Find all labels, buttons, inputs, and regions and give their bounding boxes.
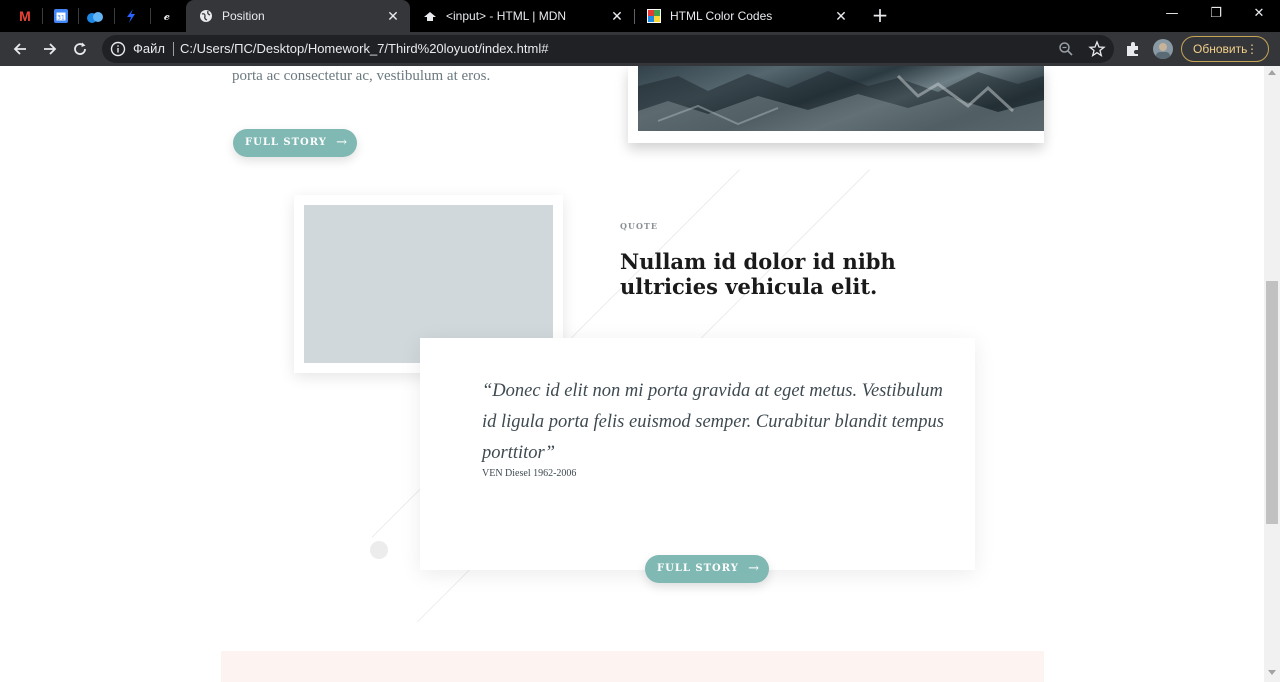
pinned-tab-calendar[interactable]: 31 [50,6,72,26]
quote-card: “Donec id elit non mi porta gravida at e… [420,338,975,570]
zoom-icon[interactable] [1058,41,1074,57]
info-icon[interactable] [110,41,126,57]
tab-title: HTML Color Codes [670,9,773,23]
back-button[interactable] [8,37,32,61]
tab-color-codes[interactable]: HTML Color Codes ✕ [634,0,858,32]
scroll-up-icon[interactable] [1268,70,1276,75]
mdn-icon [422,8,438,24]
forward-arrow-icon [44,43,57,55]
tab-title: Position [222,9,265,23]
back-arrow-icon [13,43,26,55]
update-button[interactable]: Обновить ⋮ [1181,36,1269,62]
full-story-button[interactable]: FULL STORY → [233,129,357,157]
calendar-icon: 31 [54,9,68,23]
tab-strip: M 31 𝓮 Position ✕ <input> - HTML | MDN ✕… [0,0,1280,32]
close-icon[interactable]: ✕ [832,7,850,25]
minimize-button[interactable]: — [1162,4,1182,24]
forward-button[interactable] [38,37,62,61]
close-icon[interactable]: ✕ [608,7,626,25]
landscape-photo [638,66,1044,131]
pinned-tab-gmail[interactable]: M [14,6,36,26]
scrollbar-thumb[interactable] [1266,281,1278,524]
svg-text:31: 31 [57,15,65,22]
story-excerpt: porta ac consectetur ac, vestibulum at e… [232,68,491,84]
pinned-tab-script[interactable]: 𝓮 [156,6,178,26]
pinned-tab-app[interactable] [84,6,106,26]
full-story-label: FULL STORY [245,137,327,148]
arrow-right-icon: → [748,561,760,576]
pinned-tab-bolt[interactable] [120,6,142,26]
quote-author: VEN Diesel 1962-2006 [482,468,577,479]
bookmark-star-icon[interactable] [1088,40,1106,58]
globe-icon [198,8,214,24]
next-section-band [221,651,1044,682]
window-close-button[interactable]: ✕ [1249,4,1269,24]
browser-toolbar: Файл C:/Users/ПС/Desktop/Homework_7/Thir… [0,32,1280,66]
tab-title: <input> - HTML | MDN [446,9,567,23]
app-icon [87,12,103,23]
full-story-label: FULL STORY [657,563,739,574]
arrow-right-icon: → [336,135,348,150]
reload-icon [74,42,86,55]
address-bar[interactable]: Файл C:/Users/ПС/Desktop/Homework_7/Thir… [102,35,1114,63]
gmail-icon: M [19,8,31,24]
extensions-icon[interactable] [1124,40,1142,58]
section-eyebrow: QUOTE [620,221,658,231]
restore-button[interactable]: ❐ [1206,4,1226,24]
new-tab-button[interactable]: + [870,5,890,27]
update-label: Обновить [1193,42,1248,56]
url-text[interactable]: C:/Users/ПС/Desktop/Homework_7/Third%20l… [180,41,548,56]
security-label: Файл [133,41,165,56]
profile-avatar[interactable] [1153,39,1173,59]
close-icon[interactable]: ✕ [384,7,402,25]
scroll-down-icon[interactable] [1268,670,1276,675]
page-viewport: porta ac consectetur ac, vestibulum at e… [0,66,1264,682]
menu-dots-icon: ⋮ [1246,42,1258,56]
script-icon: 𝓮 [163,8,171,24]
color-codes-icon [646,8,662,24]
bolt-icon [127,9,135,23]
section-headline: Nullam id dolor id nibh ultricies vehicu… [620,249,896,299]
tab-position[interactable]: Position ✕ [186,0,410,32]
reload-button[interactable] [68,37,92,61]
story-image-frame [628,66,1044,143]
quote-full-story-button[interactable]: FULL STORY → [645,555,769,583]
tab-mdn[interactable]: <input> - HTML | MDN ✕ [410,0,634,32]
avatar-icon [1156,43,1170,59]
decorative-dot [370,541,388,559]
quote-text: “Donec id elit non mi porta gravida at e… [482,381,944,463]
